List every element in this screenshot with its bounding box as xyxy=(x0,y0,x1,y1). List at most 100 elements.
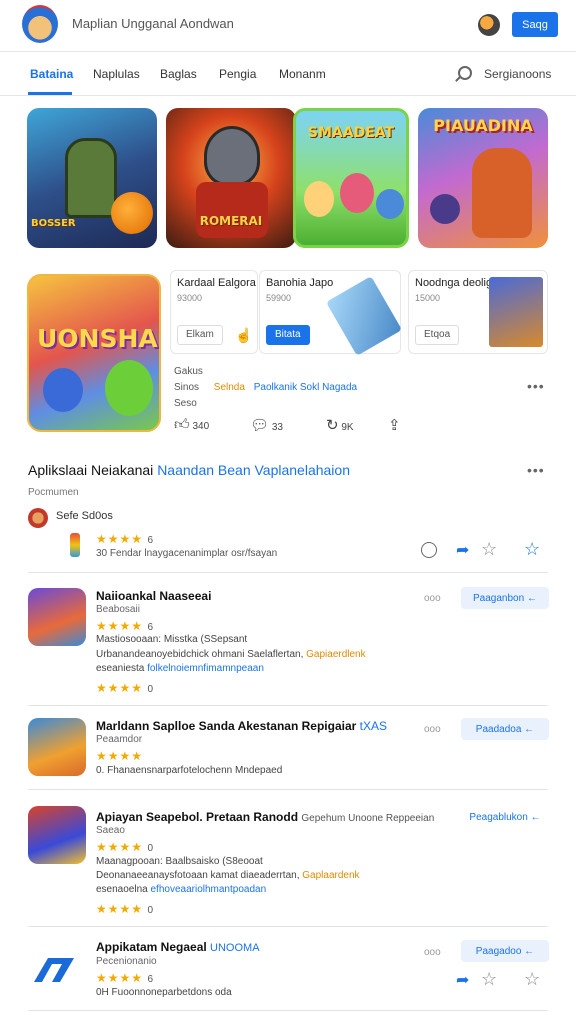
banner-text: SMAADEAT xyxy=(307,125,395,141)
like-action[interactable]: 👍︎ 340 xyxy=(174,416,209,434)
tab-baglas[interactable]: Baglas xyxy=(160,67,197,81)
star-rating: ★★★★ xyxy=(96,532,144,546)
divider xyxy=(28,705,548,706)
banner-text: BOSSER xyxy=(31,218,76,229)
description-text: eseaniesta xyxy=(96,663,148,674)
app-title[interactable]: Naiioankal Naaseeai xyxy=(96,589,211,603)
author-name: Sefe Sd0os xyxy=(56,510,113,522)
hand-icon[interactable]: ☝ xyxy=(235,327,252,344)
description-text: Deonanaeeanaysfotoaan kamat diaeaderrtan… xyxy=(96,870,303,881)
description-text: Urbanandeanoyebidchick ohmani Saelaflert… xyxy=(96,649,307,660)
rank-icon xyxy=(70,533,80,557)
more-options-icon[interactable]: ••• xyxy=(527,378,545,394)
app-description: Maanagpooan: Baalbsaisko (S8eooat xyxy=(96,856,263,867)
app-subtitle: Saeao xyxy=(96,825,125,836)
description-link[interactable]: Gapiaerdlenk xyxy=(306,649,365,660)
comment-action[interactable]: 💬︎ 33 xyxy=(250,416,283,434)
search-icon[interactable] xyxy=(458,66,472,80)
favorite-star-icon[interactable]: ☆ xyxy=(524,969,540,990)
top-bar: Maplian Ungganal Aondwan Saqg xyxy=(0,0,576,52)
app-icon[interactable] xyxy=(30,952,78,984)
character-art xyxy=(376,189,404,219)
star-outline-icon[interactable]: ☆ xyxy=(481,539,497,560)
character-art xyxy=(340,173,374,213)
app-description: Mastiosooaan: Misstka (SSepsant xyxy=(96,634,248,645)
banner-game-3[interactable]: SMAADEAT xyxy=(293,108,409,248)
tab-pengia[interactable]: Pengia xyxy=(219,67,256,81)
install-button[interactable]: Paadadoa ← xyxy=(461,718,549,740)
description-link[interactable]: Gaplaardenk xyxy=(302,870,359,881)
login-button[interactable]: Saqg xyxy=(512,12,558,37)
app-title[interactable]: Appikatam Negaeal UNOOMA xyxy=(96,940,260,954)
tag-icon: ooo xyxy=(424,593,441,604)
rating-row: ★★★★ 0 xyxy=(96,838,153,856)
card-button[interactable]: Elkam xyxy=(177,325,223,345)
app-icon[interactable] xyxy=(28,718,86,776)
bell-icon[interactable] xyxy=(478,14,500,36)
share-icon[interactable]: ➦ xyxy=(456,540,469,560)
search-label[interactable]: Sergianoons xyxy=(484,67,551,81)
card-button[interactable]: Bitata xyxy=(266,325,310,345)
share-count: 9K xyxy=(341,422,354,433)
featured-card-3[interactable]: Noodnga deolig 15000 Etqoa xyxy=(408,270,548,354)
app-icon[interactable] xyxy=(28,806,86,864)
app-description: 0H Fuoonnoneparbetdons oda xyxy=(96,987,232,998)
card-title: Banohia Japo xyxy=(266,277,334,289)
app-icon[interactable] xyxy=(28,588,86,646)
star-outline-icon[interactable]: ☆ xyxy=(481,969,497,990)
banner-game-1[interactable]: BOSSER xyxy=(27,108,157,248)
meta-highlight[interactable]: Selnda xyxy=(214,382,245,393)
rating-value: 0 xyxy=(147,684,154,695)
orb-art xyxy=(430,194,460,224)
comment-count: 33 xyxy=(271,422,283,433)
rating-row: ★★★★ 0 xyxy=(96,900,153,918)
banner-text: ROMERAI xyxy=(199,214,263,228)
rating-row: ★★★★ 6 xyxy=(96,969,153,987)
description-text: esenaoelna xyxy=(96,884,151,895)
app-description: 0. Fhanaensnarparfotelochenn Mndepaed xyxy=(96,765,283,776)
info-icon[interactable] xyxy=(421,542,437,558)
app-title-tag: UNOOMA xyxy=(210,942,260,954)
app-title-text: Apiayan Seapebol. Pretaan Ranodd xyxy=(96,810,302,824)
knight-art xyxy=(204,126,260,186)
featured-game-logo: UONSHAN xyxy=(37,324,159,353)
card-price: 93000 xyxy=(177,293,203,303)
avatar[interactable] xyxy=(22,5,58,43)
favorite-star-icon[interactable]: ☆ xyxy=(524,539,540,560)
featured-card-2[interactable]: Banohia Japo 59900 Bitata xyxy=(259,270,403,356)
like-count: 340 xyxy=(192,421,210,432)
install-button[interactable]: Peagablukon ← xyxy=(461,806,549,828)
section-title-main: Aplikslaai Neiakanai xyxy=(28,462,158,478)
author-avatar[interactable] xyxy=(28,508,48,528)
featured-game-icon[interactable]: UONSHAN xyxy=(27,274,161,432)
item-art xyxy=(489,277,543,347)
tab-monanm[interactable]: Monanm xyxy=(279,67,326,81)
description-link[interactable]: efhoveaariolhmantpoadan xyxy=(151,884,267,895)
character-art xyxy=(472,148,532,238)
share-icon[interactable]: ➦ xyxy=(456,970,469,990)
banner-game-2[interactable]: ROMERAI xyxy=(166,108,296,248)
upload-icon[interactable]: ⇪ xyxy=(388,416,401,434)
app-title[interactable]: Marldann Saplloe Sanda Akestanan Repigai… xyxy=(96,719,387,733)
rating-row: ★★★★ 6 xyxy=(96,530,153,548)
star-rating: ★★★★ xyxy=(96,681,144,695)
featured-card-1[interactable]: Kardaal Ealgora 93000 Elkam ☝ xyxy=(170,270,258,354)
card-button[interactable]: Etqoa xyxy=(415,325,460,345)
section-title-highlight: Naandan Bean Vaplanelahaion xyxy=(157,462,350,478)
meta-label: Gakus xyxy=(174,366,203,377)
app-title[interactable]: Apiayan Seapebol. Pretaan Ranodd Gepehum… xyxy=(96,810,434,824)
app-logo-icon xyxy=(34,958,74,982)
rating-row: ★★★★ 0 xyxy=(96,679,153,697)
more-options-icon[interactable]: ••• xyxy=(527,462,545,478)
meta-links[interactable]: Paolkanik Sokl Nagada xyxy=(254,382,357,393)
review-text: 30 Fendar lnaygacenanimplar osr/fsayan xyxy=(96,548,278,559)
install-button[interactable]: Paaganbon ← xyxy=(461,587,549,609)
share-action[interactable]: ↻ 9K xyxy=(326,416,354,434)
tab-bataina[interactable]: Bataina xyxy=(30,67,73,81)
banner-game-4[interactable]: PIAUADINA xyxy=(418,108,548,248)
tab-naplulas[interactable]: Naplulas xyxy=(93,67,140,81)
description-link[interactable]: folkelnoiemnfimamnpeaan xyxy=(147,663,264,674)
rating-value: 6 xyxy=(147,535,154,546)
divider xyxy=(28,789,548,790)
install-button[interactable]: Paagadoo ← xyxy=(461,940,549,962)
